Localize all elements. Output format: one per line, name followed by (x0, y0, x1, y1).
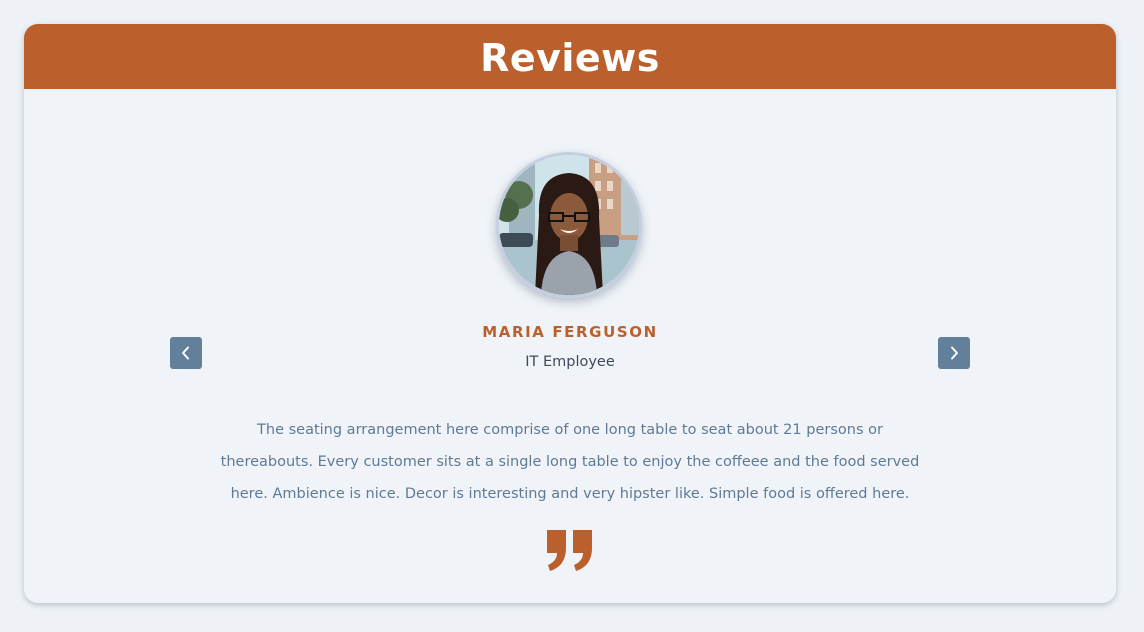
closing-quote-icon (545, 528, 595, 572)
chevron-left-icon (180, 346, 192, 360)
review-text: The seating arrangement here comprise of… (220, 422, 920, 502)
section-title: Reviews (480, 35, 660, 80)
next-review-button[interactable] (938, 337, 970, 369)
reviews-header: Reviews (24, 24, 1116, 89)
reviews-card: Reviews MARIA FERGUSON IT Employee The s… (24, 24, 1116, 603)
reviewer-avatar (496, 152, 642, 298)
previous-review-button[interactable] (170, 337, 202, 369)
chevron-right-icon (948, 346, 960, 360)
